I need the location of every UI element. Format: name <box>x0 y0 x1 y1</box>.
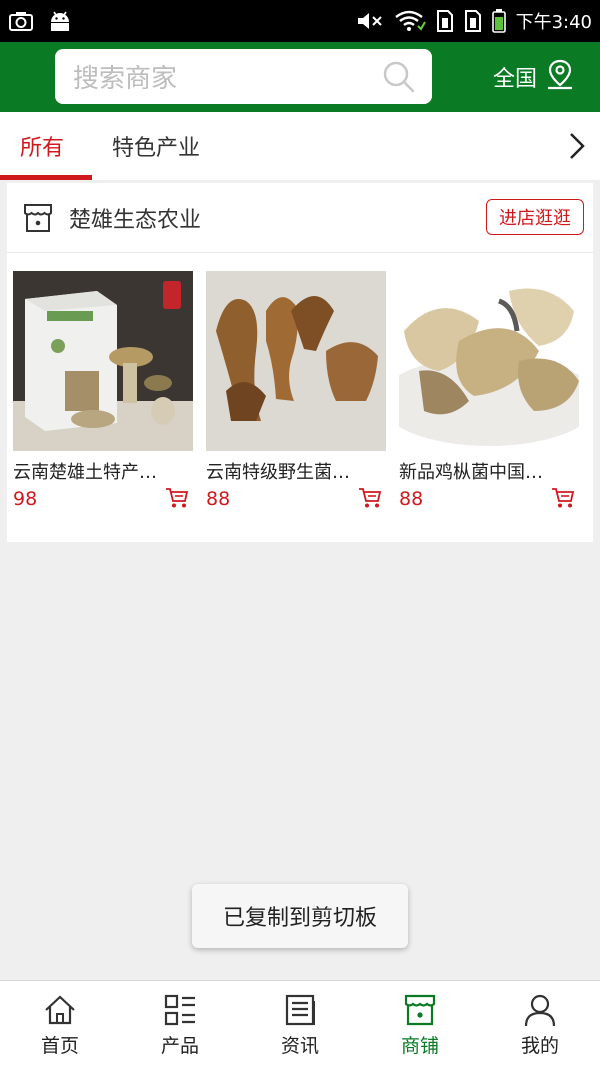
tab-featured-industry[interactable]: 特色产业 <box>112 130 200 162</box>
toast-message: 已复制到剪切板 <box>192 884 408 948</box>
cart-icon[interactable] <box>358 487 382 509</box>
sim2-icon <box>464 9 482 33</box>
search-icon[interactable] <box>382 60 416 94</box>
nav-mine-label[interactable]: 我的 <box>521 1031 559 1058</box>
region-label[interactable]: 全国 <box>493 61 537 93</box>
product-image-termite-mushroom[interactable] <box>399 271 579 451</box>
store-icon <box>404 994 436 1026</box>
battery-icon <box>491 9 506 33</box>
store-icon <box>23 203 53 233</box>
home-icon <box>45 995 75 1025</box>
status-bar: 下午3:40 <box>0 0 600 42</box>
app-header: 搜索商家 全国 <box>0 42 600 112</box>
location-pin-icon[interactable] <box>545 58 575 96</box>
chevron-right-icon[interactable] <box>565 130 589 162</box>
product-card[interactable]: 云南楚雄土特产… 98 <box>13 271 193 510</box>
search-bar[interactable]: 搜索商家 <box>55 49 432 104</box>
tab-active-indicator <box>0 175 92 180</box>
tab-all[interactable]: 所有 <box>20 130 64 162</box>
news-icon <box>285 994 315 1026</box>
shop-header[interactable]: 楚雄生态农业 进店逛逛 <box>7 183 593 253</box>
nav-stores[interactable]: 商铺 <box>360 981 480 1067</box>
cart-icon[interactable] <box>165 487 189 509</box>
sim1-icon <box>436 9 454 33</box>
wifi-icon <box>394 10 426 32</box>
product-card[interactable]: 新品鸡枞菌中国… 88 <box>399 271 579 510</box>
search-input[interactable]: 搜索商家 <box>55 58 382 95</box>
android-icon <box>48 10 72 32</box>
product-card[interactable]: 云南特级野生菌… 88 <box>206 271 386 510</box>
nav-products-label[interactable]: 产品 <box>161 1031 199 1058</box>
nav-mine[interactable]: 我的 <box>480 981 600 1067</box>
product-title[interactable]: 云南楚雄土特产… <box>13 458 193 484</box>
nav-news[interactable]: 资讯 <box>240 981 360 1067</box>
product-title[interactable]: 云南特级野生菌… <box>206 458 386 484</box>
nav-home[interactable]: 首页 <box>0 981 120 1067</box>
product-title[interactable]: 新品鸡枞菌中国… <box>399 458 579 484</box>
bottom-nav: 首页 产品 资讯 商铺 我的 <box>0 980 600 1067</box>
nav-home-label[interactable]: 首页 <box>41 1031 79 1058</box>
visit-shop-button[interactable]: 进店逛逛 <box>486 199 584 235</box>
product-image-mushroom-box[interactable] <box>13 271 193 451</box>
nav-news-label[interactable]: 资讯 <box>281 1031 319 1058</box>
category-tabs: 所有 特色产业 <box>0 112 600 180</box>
status-time: 下午3:40 <box>515 12 592 33</box>
product-image-coral-mushroom[interactable] <box>206 271 386 451</box>
screenshot-icon <box>8 10 34 32</box>
shop-card: 楚雄生态农业 进店逛逛 云南楚雄土特产… 98 云南特级野生菌… 88 新品鸡枞… <box>7 183 593 542</box>
nav-stores-label[interactable]: 商铺 <box>401 1031 439 1058</box>
list-icon <box>164 994 195 1026</box>
mute-icon <box>356 10 384 32</box>
cart-icon[interactable] <box>551 487 575 509</box>
region-selector[interactable]: 全国 <box>493 58 575 96</box>
user-icon <box>524 994 556 1027</box>
nav-products[interactable]: 产品 <box>120 981 240 1067</box>
shop-name[interactable]: 楚雄生态农业 <box>69 202 201 234</box>
